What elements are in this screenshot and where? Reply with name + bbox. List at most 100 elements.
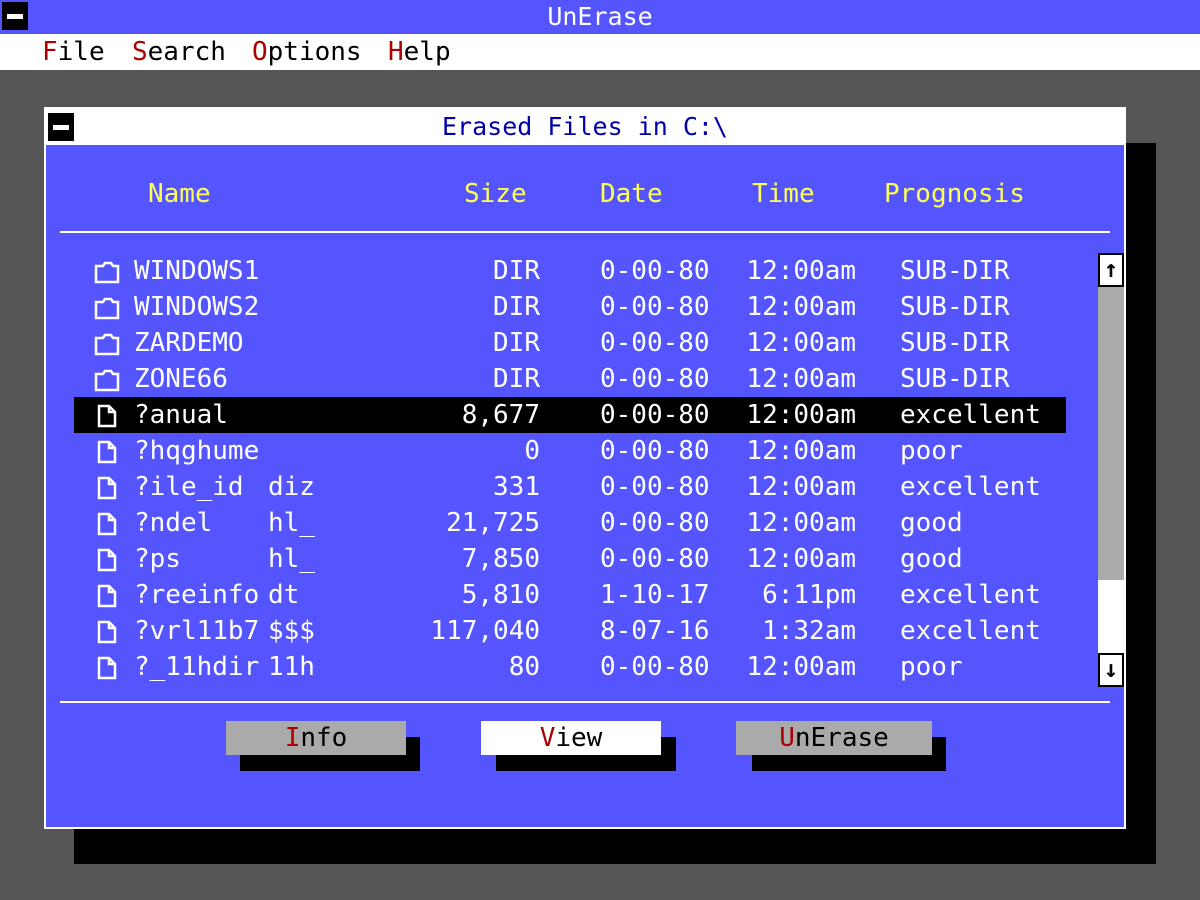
file-name: WINDOWS2 — [134, 292, 260, 322]
file-name: ?ps — [134, 544, 181, 574]
file-row[interactable]: WINDOWS2 DIR 0-00-80 12:00am SUB-DIR — [74, 289, 1066, 325]
menu-search[interactable]: Search — [132, 34, 226, 70]
file-time: 12:00am — [746, 292, 856, 322]
file-size: 7,850 — [461, 544, 540, 574]
file-ext: 11h — [268, 652, 315, 682]
file-row[interactable]: ZONE66 DIR 0-00-80 12:00am SUB-DIR — [74, 361, 1066, 397]
file-row[interactable]: ZARDEMO DIR 0-00-80 12:00am SUB-DIR — [74, 325, 1066, 361]
file-ext: hl_ — [268, 508, 315, 538]
scroll-down-arrow-icon[interactable]: ↓ — [1098, 653, 1124, 687]
file-icon — [97, 548, 117, 572]
file-size: 5,810 — [461, 580, 540, 610]
file-name: ?reeinfo — [134, 580, 260, 610]
file-time: 12:00am — [746, 328, 856, 358]
file-name: ?ndel — [134, 508, 213, 538]
erased-files-dialog: Erased Files in C:\ Name Size Date Time … — [44, 107, 1126, 829]
file-icon — [97, 584, 117, 608]
view-button[interactable]: View — [481, 721, 661, 755]
menu-bar: File Search Options Help — [0, 34, 1200, 70]
dialog-close-icon[interactable] — [48, 113, 74, 141]
unerase-button[interactable]: UnErase — [736, 721, 932, 755]
file-row[interactable]: ?hqghume 0 0-00-80 12:00am poor — [74, 433, 1066, 469]
file-row[interactable]: ?ps hl_ 7,850 0-00-80 12:00am good — [74, 541, 1066, 577]
column-header-name[interactable]: Name — [148, 179, 211, 209]
column-header-prognosis[interactable]: Prognosis — [884, 179, 1025, 209]
file-row[interactable]: ?anual 8,677 0-00-80 12:00am excellent — [74, 397, 1066, 433]
file-row[interactable]: ?ndel hl_ 21,725 0-00-80 12:00am good — [74, 505, 1066, 541]
file-prognosis: SUB-DIR — [900, 292, 1010, 322]
file-ext: $$$ — [268, 616, 315, 646]
folder-icon — [94, 261, 120, 284]
file-time: 12:00am — [746, 436, 856, 466]
system-menu-icon[interactable] — [2, 2, 28, 30]
file-icon — [97, 512, 117, 536]
file-date: 0-00-80 — [600, 292, 710, 322]
file-prognosis: excellent — [900, 580, 1041, 610]
file-date: 0-00-80 — [600, 364, 710, 394]
file-name: ?anual — [134, 400, 228, 430]
file-size: 331 — [493, 472, 540, 502]
file-row[interactable]: ?_11hdir 11h 80 0-00-80 12:00am poor — [74, 649, 1066, 685]
file-date: 0-00-80 — [600, 328, 710, 358]
file-size: 21,725 — [446, 508, 540, 538]
erased-file-list[interactable]: WINDOWS1 DIR 0-00-80 12:00am SUB-DIR WINDOWS2… — [74, 253, 1096, 687]
file-row[interactable]: ?reeinfo dt 5,810 1-10-17 6:11pm excellent — [74, 577, 1066, 613]
file-size: 117,040 — [430, 616, 540, 646]
folder-icon — [94, 369, 120, 392]
menu-file[interactable]: File — [42, 34, 105, 70]
file-date: 0-00-80 — [600, 544, 710, 574]
menu-help[interactable]: Help — [388, 34, 451, 70]
file-time: 12:00am — [746, 364, 856, 394]
scrollbar-thumb[interactable] — [1098, 580, 1124, 653]
file-prognosis: excellent — [900, 616, 1041, 646]
file-name: ?hqghume — [134, 436, 260, 466]
file-name: ?_11hdir — [134, 652, 260, 682]
file-date: 0-00-80 — [600, 436, 710, 466]
menu-options[interactable]: Options — [252, 34, 362, 70]
file-time: 12:00am — [746, 256, 856, 286]
app-title: UnErase — [547, 2, 653, 31]
file-time: 12:00am — [746, 652, 856, 682]
file-size: DIR — [493, 292, 540, 322]
file-prognosis: poor — [900, 652, 963, 682]
file-time: 12:00am — [746, 400, 856, 430]
file-date: 0-00-80 — [600, 400, 710, 430]
file-name: ?ile_id — [134, 472, 244, 502]
file-date: 1-10-17 — [600, 580, 710, 610]
file-row[interactable]: ?vrl11b7 $$$ 117,040 8-07-16 1:32am excellent — [74, 613, 1066, 649]
file-size: DIR — [493, 328, 540, 358]
file-date: 0-00-80 — [600, 256, 710, 286]
file-row[interactable]: ?ile_id diz 331 0-00-80 12:00am excellent — [74, 469, 1066, 505]
file-icon — [97, 404, 117, 428]
file-icon — [97, 620, 117, 644]
dialog-titlebar: Erased Files in C:\ — [46, 109, 1124, 145]
file-size: 8,677 — [461, 400, 540, 430]
file-time: 12:00am — [746, 544, 856, 574]
info-button[interactable]: Info — [226, 721, 406, 755]
file-date: 0-00-80 — [600, 508, 710, 538]
file-prognosis: SUB-DIR — [900, 364, 1010, 394]
file-prognosis: excellent — [900, 472, 1041, 502]
scroll-up-arrow-icon[interactable]: ↑ — [1098, 253, 1124, 287]
file-size: DIR — [493, 364, 540, 394]
column-header-size[interactable]: Size — [464, 179, 527, 209]
file-ext: dt — [268, 580, 300, 610]
file-list-scrollbar[interactable]: ↑ ↓ — [1098, 253, 1124, 687]
file-icon — [97, 476, 117, 500]
file-date: 8-07-16 — [600, 616, 710, 646]
file-row[interactable]: WINDOWS1 DIR 0-00-80 12:00am SUB-DIR — [74, 253, 1066, 289]
app-titlebar: UnErase — [0, 0, 1200, 34]
column-header-date[interactable]: Date — [600, 179, 663, 209]
file-icon — [97, 656, 117, 680]
file-date: 0-00-80 — [600, 472, 710, 502]
file-ext: hl_ — [268, 544, 315, 574]
column-header-time[interactable]: Time — [752, 179, 815, 209]
file-ext: diz — [268, 472, 315, 502]
file-time: 6:11pm — [762, 580, 856, 610]
file-name: WINDOWS1 — [134, 256, 260, 286]
file-prognosis: good — [900, 508, 963, 538]
footer-divider — [60, 701, 1110, 703]
file-time: 12:00am — [746, 508, 856, 538]
file-prognosis: SUB-DIR — [900, 328, 1010, 358]
file-prognosis: poor — [900, 436, 963, 466]
